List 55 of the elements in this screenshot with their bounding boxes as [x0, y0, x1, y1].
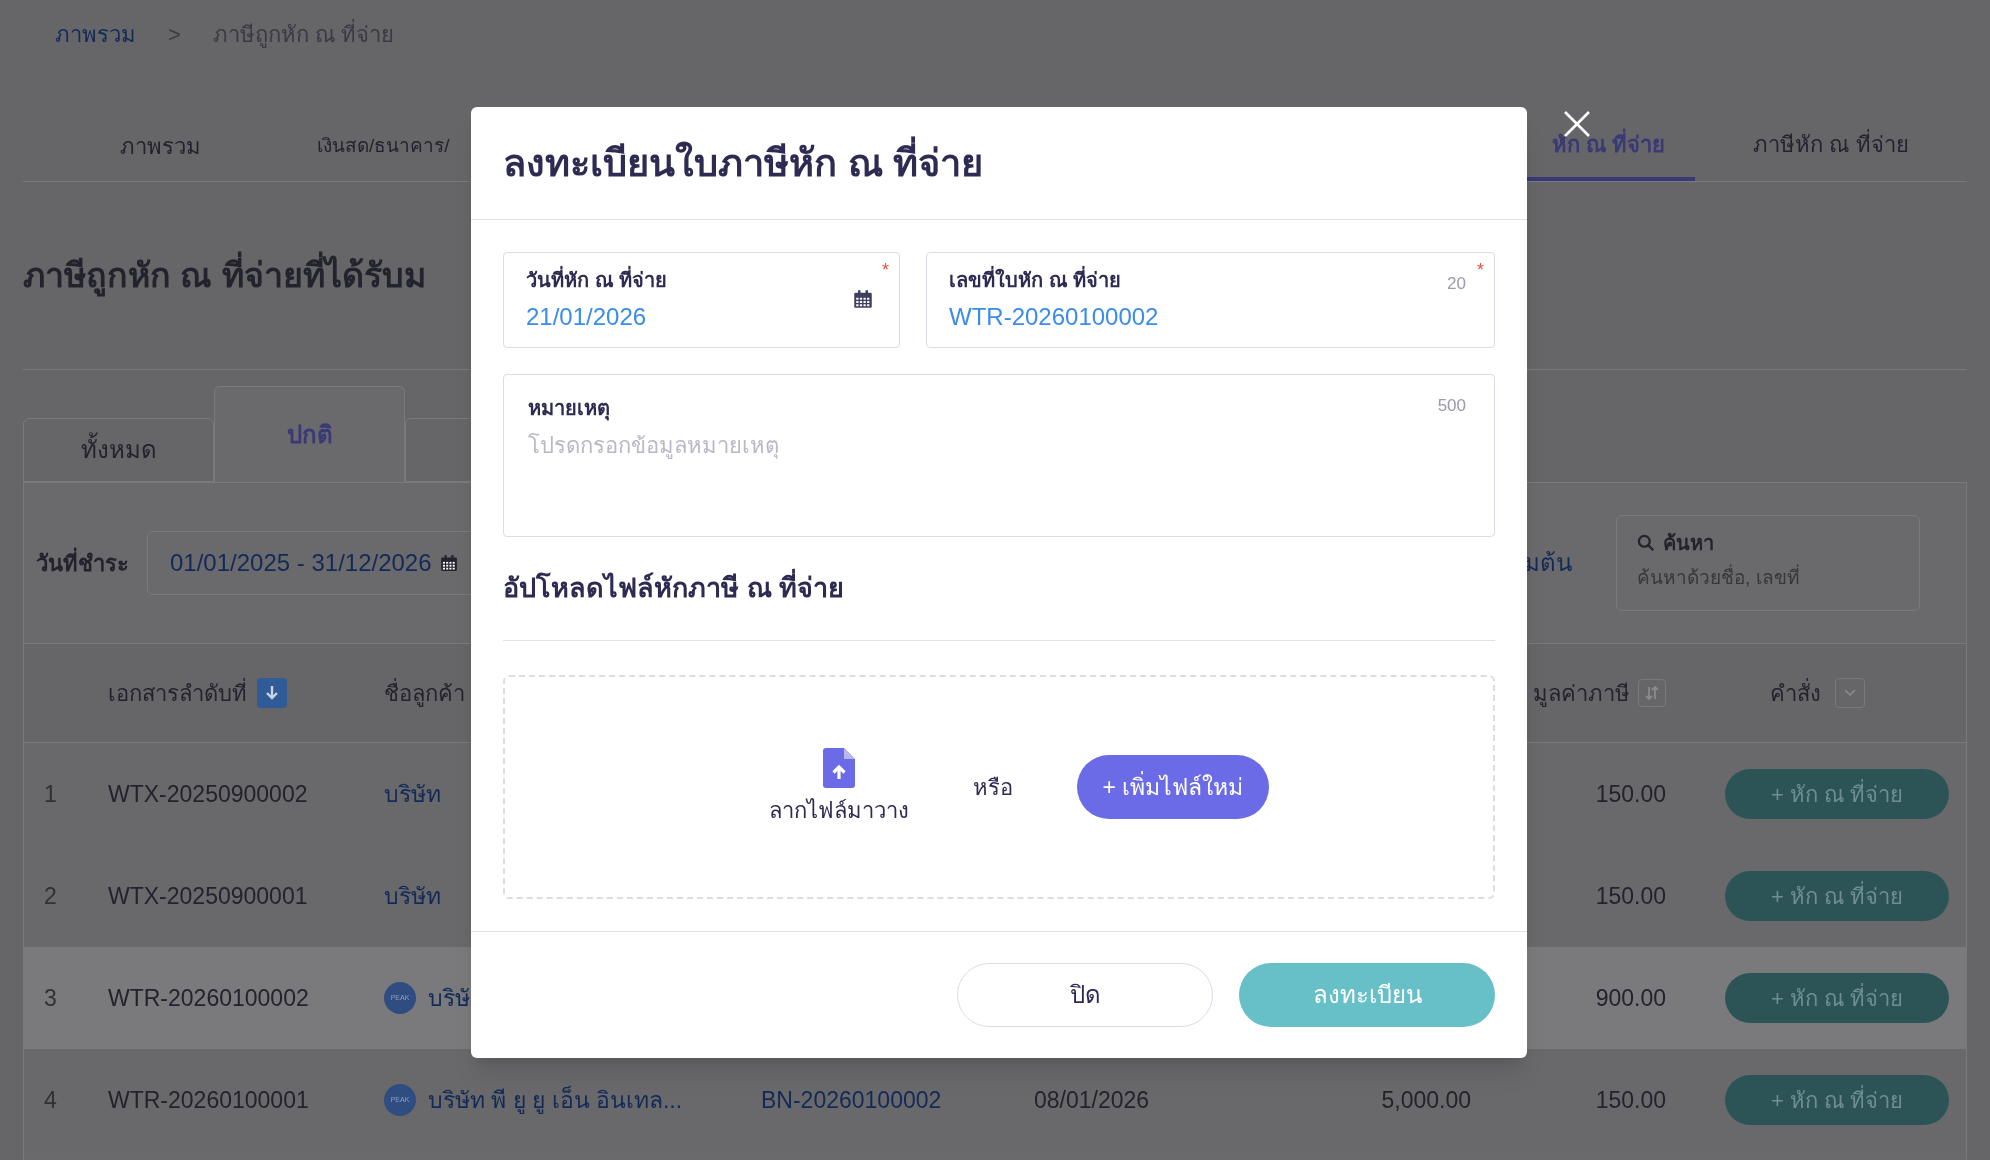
table-cell-text: 150.00 [1594, 881, 1666, 911]
table-cell-text: WTR-20260100001 [108, 1085, 310, 1115]
breadcrumb-separator: > [168, 20, 181, 49]
table-cell-text: WTX-20250900002 [108, 779, 309, 809]
customer-link[interactable]: บริษัท พี ยู ยู เอ็น อินเทล... [428, 1082, 683, 1118]
add-file-button[interactable]: + เพิ่มไฟล์ใหม่ [1077, 755, 1269, 819]
table-cell-text: WTX-20250900001 [108, 881, 309, 911]
withholding-button[interactable]: + หัก ณ ที่จ่าย [1725, 1075, 1949, 1125]
breadcrumb-link[interactable]: ภาพรวม [55, 17, 136, 51]
nav-tab[interactable]: ภาพรวม [120, 112, 201, 181]
column-header: ชื่อลูกค้า [384, 677, 466, 709]
date-field[interactable]: วันที่หัก ณ ที่จ่าย 21/01/2026 * [503, 252, 900, 348]
row-number: 2 [43, 881, 58, 911]
withholding-button[interactable]: + หัก ณ ที่จ่าย [1725, 973, 1949, 1023]
calendar-icon [853, 289, 873, 309]
row-number: 3 [43, 983, 58, 1013]
table-cell-text: 150.00 [1594, 1085, 1666, 1115]
nav-tab[interactable]: เงินสด/ธนาคาร/ [317, 112, 450, 181]
row-number: 4 [43, 1085, 58, 1115]
sort-icon[interactable] [257, 678, 287, 708]
reference-link[interactable]: BN-20260100002 [761, 1082, 1034, 1118]
table-cell-text: 150.00 [1594, 779, 1666, 809]
customer-link[interactable]: บริษัท [384, 776, 441, 812]
or-text: หรือ [973, 773, 1013, 802]
register-button[interactable]: ลงทะเบียน [1239, 963, 1495, 1027]
table-cell-text: 900.00 [1594, 983, 1666, 1013]
character-counter: 20 [1447, 273, 1466, 295]
customer-link[interactable]: บริษัท [384, 878, 441, 914]
customer-link[interactable]: บริษั [428, 980, 470, 1016]
close-dialog-button[interactable]: ปิด [957, 963, 1213, 1027]
character-counter: 500 [1437, 395, 1466, 417]
required-mark: * [1477, 260, 1484, 280]
calendar-icon [439, 554, 458, 572]
table-cell-text: 08/01/2026 [1034, 1085, 1151, 1115]
column-header: เอกสารลำดับที่ [108, 677, 247, 708]
nav-tab[interactable]: ภาษีหัก ณ ที่จ่าย [1695, 112, 1967, 181]
required-mark: * [882, 260, 889, 280]
document-number-field[interactable]: เลขที่ใบหัก ณ ที่จ่าย WTR-20260100002 20 * [926, 252, 1495, 348]
table-cell-text: WTR-20260100002 [108, 983, 310, 1013]
drop-text: ลากไฟล์มาวาง [769, 796, 909, 825]
table-cell-text: 5,000.00 [1380, 1085, 1471, 1115]
page-title: ภาษีถูกหัก ณ ที่จ่ายที่ได้รับม [23, 250, 426, 301]
withholding-button[interactable]: + หัก ณ ที่จ่าย [1725, 769, 1949, 819]
dialog-title: ลงทะเบียนใบภาษีหัก ณ ที่จ่าย [503, 134, 984, 192]
reset-link[interactable]: มต้น [1524, 545, 1572, 581]
filter-label: วันที่ชำระ [36, 546, 129, 580]
file-upload-icon [823, 747, 855, 788]
search-icon [1637, 534, 1655, 552]
row-number: 1 [43, 779, 58, 809]
filter-tab[interactable]: ทั้งหมด [23, 418, 214, 482]
file-dropzone[interactable]: ลากไฟล์มาวาง หรือ + เพิ่มไฟล์ใหม่ [503, 675, 1495, 899]
column-header: มูลค่าภาษี [1533, 679, 1630, 709]
column-header: คำสั่ง [1769, 677, 1821, 708]
withholding-button[interactable]: + หัก ณ ที่จ่าย [1725, 871, 1949, 921]
remark-field[interactable]: หมายเหตุ โปรดกรอกข้อมูลหมายเหตุ 500 [503, 374, 1495, 537]
